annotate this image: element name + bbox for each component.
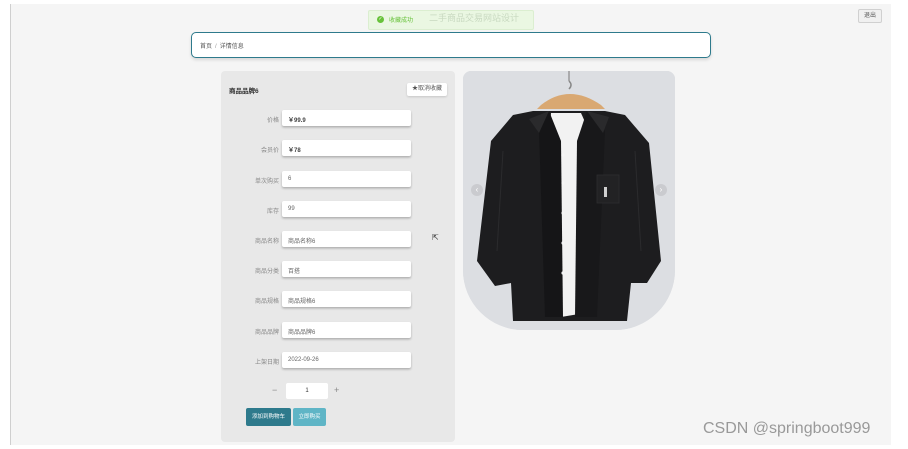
field-label: 商品规格: [254, 299, 279, 305]
product-name-input[interactable]: 商品名称6: [282, 231, 411, 247]
success-toast: 二手商品交易网站设计 ✓ 收藏成功: [368, 10, 534, 30]
field-label: 会员价: [260, 148, 279, 154]
carousel-next-button[interactable]: ›: [655, 184, 667, 196]
field-category: 商品分类 百搭: [221, 261, 455, 279]
field-label: 商品名称: [254, 239, 279, 245]
black-shirt-photo: [463, 71, 675, 330]
unfavorite-button[interactable]: ★取消收藏: [407, 83, 447, 96]
category-input[interactable]: 百搭: [282, 261, 411, 277]
field-spec: 商品规格 商品规格6: [221, 291, 455, 309]
product-title: 商品品牌6: [229, 88, 259, 95]
product-detail-panel: 商品品牌6 ★取消收藏 价格 ￥99.9 会员价 ￥78 单次购买 6 库存 9…: [221, 71, 455, 442]
stock-input[interactable]: 99: [282, 201, 411, 217]
brand-input[interactable]: 商品品牌6: [282, 322, 411, 338]
field-product-name: 商品名称 商品名称6: [221, 231, 455, 249]
field-label: 单次购买: [254, 179, 279, 185]
site-title-ghost: 二手商品交易网站设计: [429, 13, 520, 23]
mouse-cursor-icon: ⇱: [432, 233, 439, 242]
field-stock: 库存 99: [221, 201, 455, 219]
field-single-purchase: 单次购买 6: [221, 171, 455, 189]
check-circle-icon: ✓: [377, 16, 384, 23]
member-price-input[interactable]: ￥78: [282, 140, 411, 156]
watermark: CSDN @springboot999: [703, 420, 871, 437]
field-brand: 商品品牌 商品品牌6: [221, 322, 455, 340]
field-label: 价格: [266, 118, 279, 124]
logout-button[interactable]: 退出: [858, 9, 882, 23]
quantity-input[interactable]: 1: [286, 383, 328, 399]
add-to-cart-button[interactable]: 添加到购物车: [246, 408, 291, 426]
toast-message: 收藏成功: [389, 18, 414, 24]
field-label: 商品分类: [254, 269, 279, 275]
field-price: 价格 ￥99.9: [221, 110, 455, 128]
field-label: 上架日期: [254, 360, 279, 366]
field-listing-date: 上架日期 2022-09-26: [221, 352, 455, 370]
breadcrumb: 首页 / 详情信息: [191, 32, 711, 58]
breadcrumb-current: 详情信息: [219, 44, 244, 50]
breadcrumb-home[interactable]: 首页: [200, 44, 212, 50]
quantity-stepper: − 1 +: [259, 383, 359, 399]
spec-input[interactable]: 商品规格6: [282, 291, 411, 307]
breadcrumb-separator: /: [215, 44, 217, 50]
field-label: 商品品牌: [254, 330, 279, 336]
increment-button[interactable]: +: [334, 385, 339, 395]
carousel-prev-button[interactable]: ‹: [471, 184, 483, 196]
field-label: 库存: [266, 209, 279, 215]
product-image-carousel: ‹ ›: [463, 71, 675, 330]
listing-date-input[interactable]: 2022-09-26: [282, 352, 411, 368]
price-input[interactable]: ￥99.9: [282, 110, 411, 126]
decrement-button[interactable]: −: [272, 385, 277, 395]
single-purchase-input[interactable]: 6: [282, 171, 411, 187]
field-member-price: 会员价 ￥78: [221, 140, 455, 158]
buy-now-button[interactable]: 立即购买: [293, 408, 326, 426]
